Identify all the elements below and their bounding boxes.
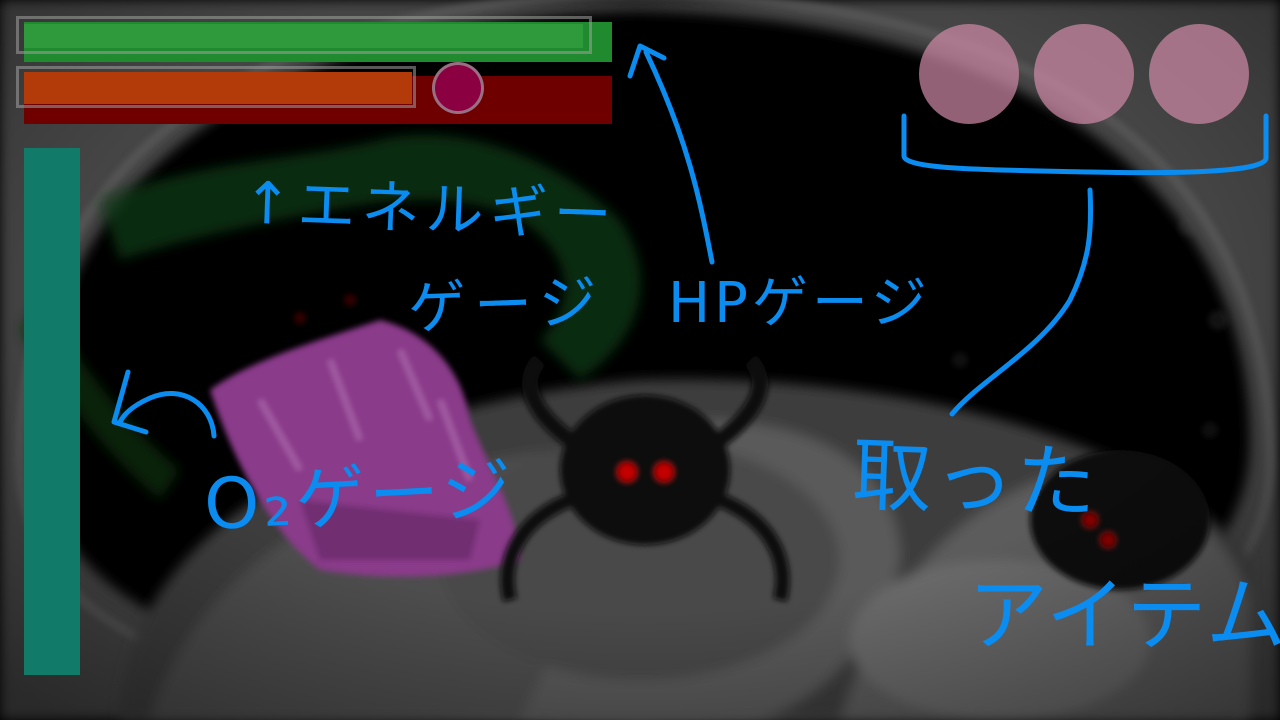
annotation-energy-line1: ↑エネルギー <box>241 168 619 250</box>
annotation-energy-line2: ゲージ <box>406 267 606 343</box>
game-screen: ↑エネルギー ゲージ HPゲージ O₂ゲージ 取った アイテム <box>0 0 1280 720</box>
item-pointer-line <box>949 187 1094 417</box>
annotation-item-line2: アイテム <box>968 569 1280 662</box>
annotation-hp: HPゲージ <box>668 271 931 336</box>
item-bracket <box>901 113 1269 176</box>
hp-arrow <box>643 49 715 265</box>
annotation-item-line1: 取った <box>850 428 1100 531</box>
hp-arrow-head <box>627 43 667 79</box>
annotation-o2: O₂ゲージ <box>202 447 518 547</box>
